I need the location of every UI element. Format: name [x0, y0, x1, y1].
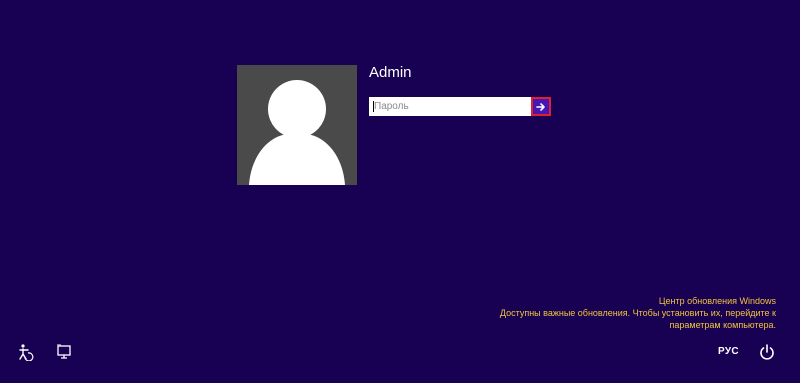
user-avatar — [237, 65, 357, 185]
text-caret — [373, 101, 374, 112]
ease-of-access-icon — [19, 344, 34, 361]
display-button[interactable] — [55, 343, 73, 361]
user-name: Admin — [369, 64, 412, 81]
password-input[interactable] — [369, 97, 531, 116]
power-icon — [760, 344, 774, 360]
arrow-right-icon — [536, 102, 545, 111]
submit-button[interactable] — [531, 97, 551, 116]
windows-update-notice[interactable]: Центр обновления Windows Доступны важные… — [500, 295, 776, 331]
power-button[interactable] — [758, 343, 776, 361]
update-notice-text-2: параметрам компьютера. — [669, 320, 777, 330]
user-avatar-icon — [249, 80, 345, 185]
password-field-group — [369, 97, 551, 116]
display-icon — [57, 344, 71, 359]
update-notice-text: Доступны важные обновления. Чтобы устано… — [499, 308, 776, 318]
ease-of-access-button[interactable] — [16, 343, 34, 361]
lock-screen: Admin Центр обновления Windows Доступны … — [0, 0, 800, 383]
update-notice-title: Центр обновления Windows — [658, 296, 776, 306]
language-indicator[interactable]: РУС — [718, 346, 739, 357]
